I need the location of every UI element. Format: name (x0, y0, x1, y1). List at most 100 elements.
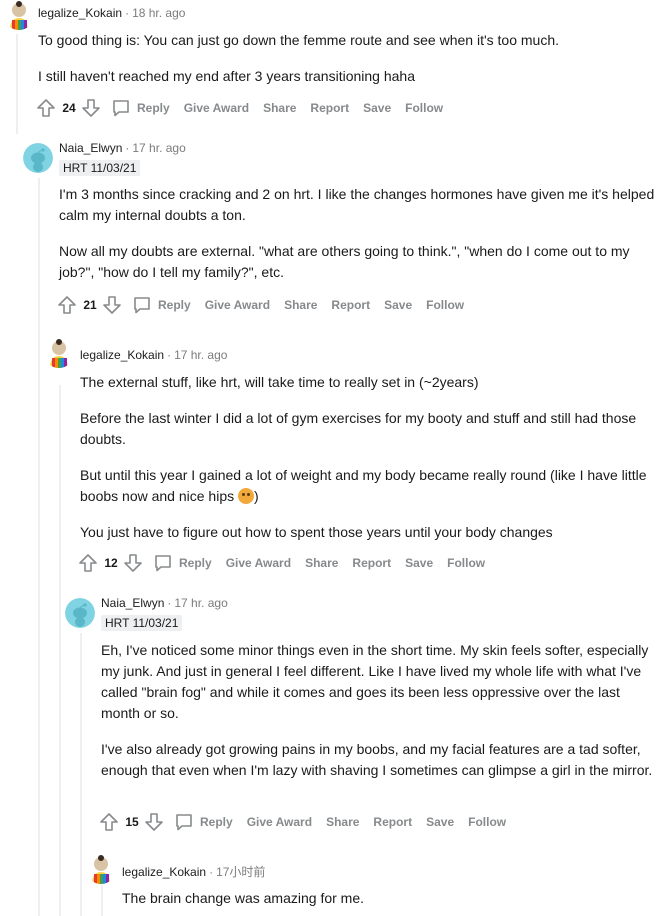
save-button[interactable]: Save (363, 101, 391, 115)
comment-paragraph: I've also already got growing pains in m… (101, 741, 653, 778)
comment-body: To good thing is: You can just go down t… (38, 30, 658, 87)
share-button[interactable]: Share (263, 101, 296, 115)
reply-button[interactable]: Reply (111, 98, 170, 118)
snoo-avatar-icon (23, 143, 53, 173)
comment-author[interactable]: legalize_Kokain (38, 6, 122, 20)
downvote-icon (103, 296, 121, 314)
report-button[interactable]: Report (373, 815, 412, 829)
comment-paragraph: Now all my doubts are external. "what ar… (59, 243, 630, 280)
follow-button[interactable]: Follow (468, 815, 506, 829)
reply-button[interactable]: Reply (153, 553, 212, 573)
give-award-button[interactable]: Give Award (247, 815, 312, 829)
follow-button[interactable]: Follow (426, 298, 464, 312)
thread-line[interactable] (16, 34, 18, 134)
comment-time[interactable]: 18 hr. ago (132, 6, 185, 20)
share-button[interactable]: Share (305, 556, 338, 570)
separator-dot: · (125, 6, 130, 20)
comment-paragraph: I still haven't reached my end after 3 y… (38, 68, 415, 84)
separator-dot: · (209, 865, 214, 879)
comment-author[interactable]: legalize_Kokain (80, 348, 164, 362)
comment-author[interactable]: legalize_Kokain (122, 865, 206, 879)
comment-paragraph: You just have to figure out how to spent… (80, 524, 553, 540)
comment-paragraph: Before the last winter I did a lot of gy… (80, 410, 637, 447)
rainbow-avatar-icon (44, 338, 74, 368)
comment-time[interactable]: 17 hr. ago (174, 348, 227, 362)
separator-dot: · (125, 141, 130, 155)
reply-label: Reply (179, 556, 212, 570)
save-button[interactable]: Save (426, 815, 454, 829)
comment-paragraph: To good thing is: You can just go down t… (38, 32, 560, 48)
comment-paragraph: The external stuff, like hrt, will take … (80, 374, 479, 390)
reply-label: Reply (137, 101, 170, 115)
reply-button[interactable]: Reply (174, 812, 233, 832)
comment-paragraph: Eh, I've noticed some minor things even … (101, 642, 649, 721)
comment-time[interactable]: 17 hr. ago (132, 141, 185, 155)
follow-button[interactable]: Follow (447, 556, 485, 570)
comment-paragraph: But until this year I gained a lot of we… (80, 465, 660, 507)
comment-actions: 21 Reply Give Award Share Report Save Fo… (55, 293, 464, 317)
give-award-button[interactable]: Give Award (226, 556, 291, 570)
comment-icon (134, 297, 150, 314)
rainbow-avatar-icon (86, 854, 116, 884)
downvote-button[interactable] (79, 96, 103, 120)
thread-line[interactable] (80, 633, 82, 916)
separator-dot: · (167, 596, 172, 610)
upvote-button[interactable] (76, 551, 100, 575)
give-award-button[interactable]: Give Award (184, 101, 249, 115)
follow-button[interactable]: Follow (405, 101, 443, 115)
downvote-icon (145, 813, 163, 831)
thread-line[interactable] (38, 178, 40, 916)
separator-dot: · (167, 348, 172, 362)
share-button[interactable]: Share (326, 815, 359, 829)
downvote-icon (124, 554, 142, 572)
upvote-button[interactable] (34, 96, 58, 120)
thread-line[interactable] (59, 385, 61, 916)
give-award-button[interactable]: Give Award (205, 298, 270, 312)
comment-author[interactable]: Naia_Elwyn (59, 141, 122, 155)
upvote-icon (58, 296, 76, 314)
avatar[interactable] (86, 854, 116, 884)
save-button[interactable]: Save (405, 556, 433, 570)
comment-text: But until this year I gained a lot of we… (80, 467, 647, 504)
report-button[interactable]: Report (310, 101, 349, 115)
smiley-emoji-icon (238, 488, 254, 504)
upvote-icon (37, 99, 55, 117)
avatar[interactable] (4, 0, 34, 30)
comment-icon (176, 814, 192, 831)
report-button[interactable]: Report (352, 556, 391, 570)
comment-actions: 15 Reply Give Award Share Report Save Fo… (97, 810, 506, 834)
comment-time[interactable]: 17 hr. ago (174, 596, 227, 610)
comment-actions: 24 Reply Give Award Share Report Save Fo… (34, 96, 443, 120)
comment-time[interactable]: 17小时前 (216, 865, 265, 879)
reply-button[interactable]: Reply (132, 295, 191, 315)
vote-score: 12 (104, 556, 118, 570)
comment-icon (155, 555, 171, 572)
upvote-button[interactable] (55, 293, 79, 317)
avatar[interactable] (65, 598, 95, 628)
comment-body: The brain change was amazing for me. (122, 888, 652, 909)
downvote-button[interactable] (121, 551, 145, 575)
downvote-button[interactable] (142, 810, 166, 834)
comment-author[interactable]: Naia_Elwyn (101, 596, 164, 610)
vote-score: 24 (62, 101, 76, 115)
share-button[interactable]: Share (284, 298, 317, 312)
save-button[interactable]: Save (384, 298, 412, 312)
comment-text: ) (254, 488, 259, 504)
avatar[interactable] (44, 338, 74, 368)
downvote-button[interactable] (100, 293, 124, 317)
upvote-icon (100, 813, 118, 831)
report-button[interactable]: Report (331, 298, 370, 312)
comment-body: The external stuff, like hrt, will take … (80, 372, 660, 543)
rainbow-avatar-icon (4, 0, 34, 30)
vote-score: 15 (125, 815, 139, 829)
comment-paragraph: I'm 3 months since cracking and 2 on hrt… (59, 186, 655, 223)
thread-line[interactable] (101, 885, 103, 916)
reply-label: Reply (200, 815, 233, 829)
comment-body: Eh, I've noticed some minor things even … (101, 640, 656, 781)
comment-icon (113, 100, 129, 117)
reply-label: Reply (158, 298, 191, 312)
vote-score: 21 (83, 298, 97, 312)
comment-paragraph: The brain change was amazing for me. (122, 890, 365, 906)
avatar[interactable] (23, 143, 53, 173)
upvote-button[interactable] (97, 810, 121, 834)
